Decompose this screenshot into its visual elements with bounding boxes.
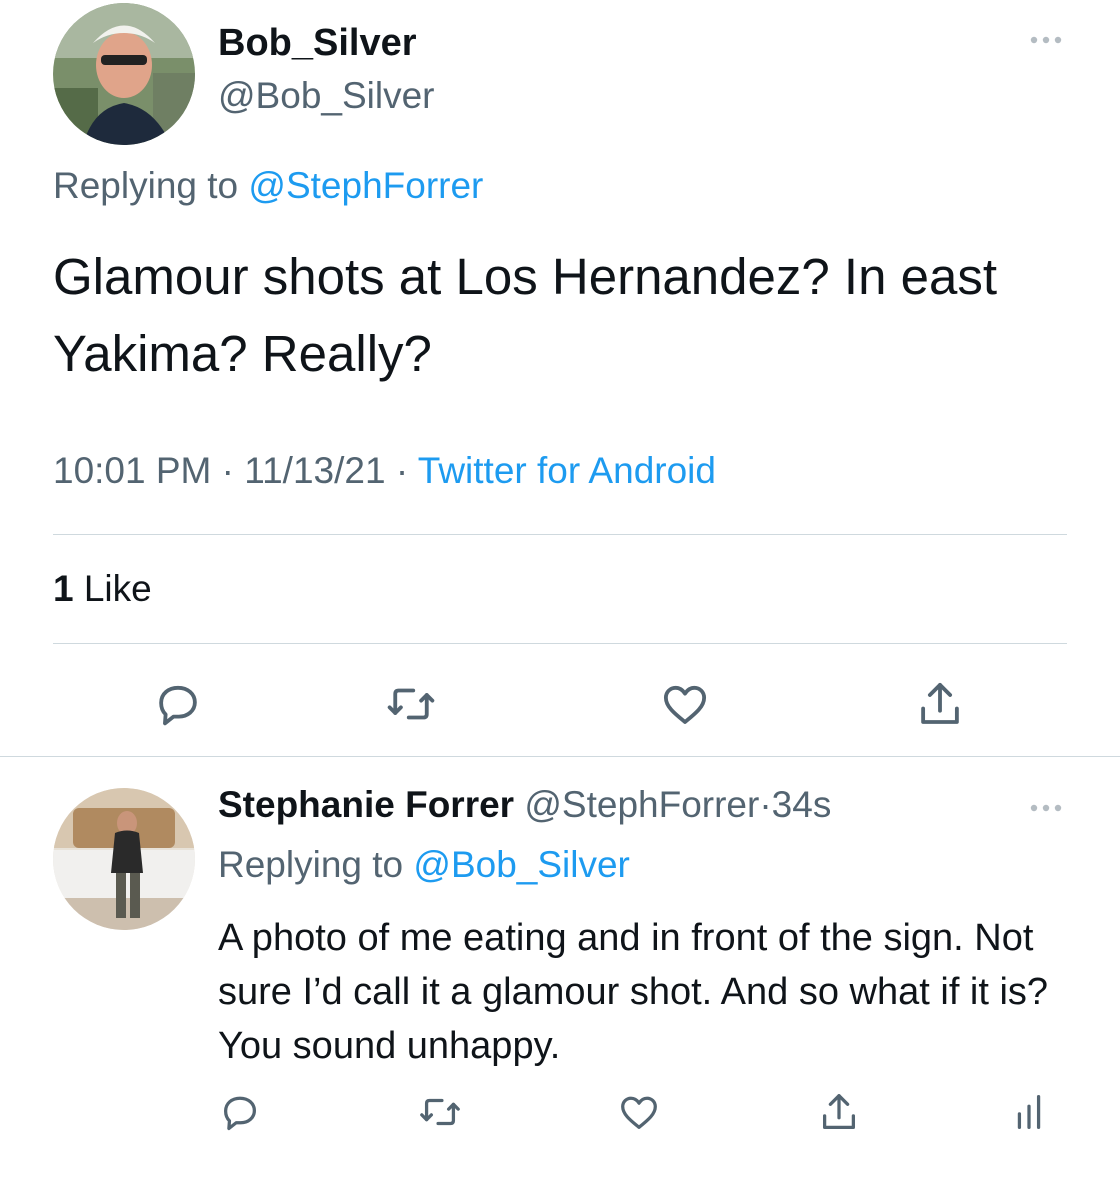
tweet-text: A photo of me eating and in front of the… bbox=[218, 917, 1049, 1067]
retweet-icon[interactable] bbox=[384, 677, 438, 731]
replying-prefix: Replying to bbox=[218, 844, 404, 885]
tweet-date[interactable]: 11/13/21 bbox=[244, 450, 385, 491]
avatar-photo bbox=[53, 3, 195, 145]
avatar-stephanie-forrer[interactable] bbox=[53, 788, 195, 930]
meta-separator: · bbox=[759, 784, 772, 825]
likes-summary[interactable]: 1 Like bbox=[53, 568, 152, 610]
tweet-text: Glamour shots at Los Hernandez? In east … bbox=[53, 248, 998, 382]
heart-icon[interactable] bbox=[658, 677, 712, 731]
share-icon[interactable] bbox=[913, 677, 967, 731]
author-handle[interactable]: @Bob_Silver bbox=[218, 75, 435, 117]
meta-separator: · bbox=[221, 450, 234, 491]
replying-to: Replying to @Bob_Silver bbox=[218, 844, 630, 886]
tweet-age[interactable]: 34s bbox=[772, 784, 832, 825]
replying-prefix: Replying to bbox=[53, 165, 239, 206]
author-handle[interactable]: @StephForrer bbox=[524, 784, 759, 825]
likes-count: 1 bbox=[53, 568, 74, 609]
replying-handle-link[interactable]: @StephForrer bbox=[248, 165, 483, 206]
reply-icon[interactable] bbox=[151, 677, 205, 731]
heart-icon[interactable] bbox=[616, 1089, 662, 1135]
divider bbox=[0, 756, 1120, 757]
more-dots-icon[interactable] bbox=[1026, 798, 1066, 818]
author-name[interactable]: Bob_Silver bbox=[218, 22, 417, 65]
meta-separator: · bbox=[395, 450, 409, 491]
retweet-icon[interactable] bbox=[417, 1089, 463, 1135]
replying-to: Replying to @StephForrer bbox=[53, 165, 483, 207]
avatar-photo bbox=[53, 788, 195, 930]
share-icon[interactable] bbox=[816, 1089, 862, 1135]
tweet-meta: 10:01 PM · 11/13/21 · Twitter for Androi… bbox=[53, 450, 716, 492]
avatar-bob-silver[interactable] bbox=[53, 3, 195, 145]
author-name[interactable]: Stephanie Forrer bbox=[218, 784, 514, 825]
divider bbox=[53, 534, 1067, 535]
reply-header: Stephanie Forrer @StephForrer·34s bbox=[218, 784, 831, 826]
more-dots-icon[interactable] bbox=[1026, 30, 1066, 50]
tweet-source-link[interactable]: Twitter for Android bbox=[418, 450, 716, 491]
replying-handle-link[interactable]: @Bob_Silver bbox=[413, 844, 630, 885]
reply-icon[interactable] bbox=[217, 1089, 263, 1135]
likes-label: Like bbox=[83, 568, 152, 609]
tweet-time[interactable]: 10:01 PM bbox=[53, 450, 211, 491]
analytics-icon[interactable] bbox=[1006, 1089, 1052, 1135]
divider bbox=[53, 643, 1067, 644]
